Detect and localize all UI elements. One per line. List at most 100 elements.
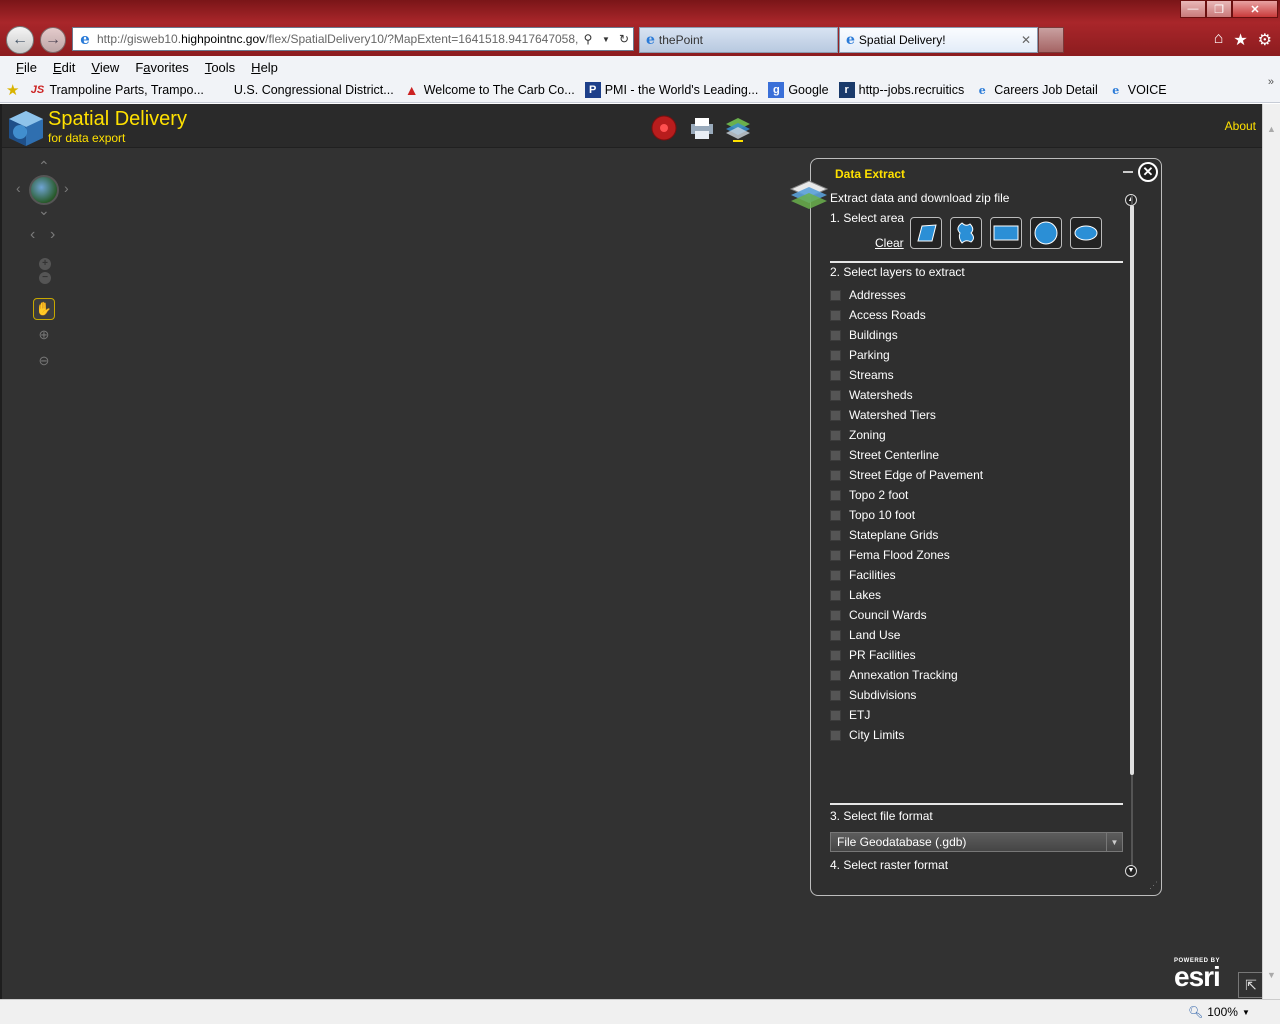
- layer-checkbox[interactable]: [830, 309, 841, 321]
- layer-row[interactable]: Addresses: [830, 285, 983, 305]
- favorites-star-icon[interactable]: ★: [1233, 30, 1247, 50]
- layer-checkbox[interactable]: [830, 629, 841, 641]
- record-icon[interactable]: [650, 114, 678, 142]
- layer-checkbox[interactable]: [830, 649, 841, 661]
- zoom-in-tool-icon[interactable]: ⊕: [33, 324, 55, 346]
- previous-extent-icon[interactable]: ‹: [30, 226, 35, 244]
- layer-checkbox[interactable]: [830, 569, 841, 581]
- favorite-link[interactable]: e VOICE: [1108, 82, 1166, 98]
- draw-polygon-button[interactable]: [910, 217, 942, 249]
- layer-row[interactable]: Watersheds: [830, 385, 983, 405]
- clear-link[interactable]: Clear: [875, 236, 904, 250]
- favorite-link[interactable]: ▲ Welcome to The Carb Co...: [404, 82, 575, 98]
- favorite-link[interactable]: U.S. Congressional District...: [214, 82, 394, 98]
- layer-checkbox[interactable]: [830, 429, 841, 441]
- next-extent-icon[interactable]: ›: [50, 226, 55, 244]
- settings-gear-icon[interactable]: ⚙: [1258, 30, 1272, 50]
- minimize-button[interactable]: —: [1180, 0, 1206, 18]
- address-url[interactable]: http://gisweb10.highpointnc.gov/flex/Spa…: [97, 32, 579, 46]
- layer-checkbox[interactable]: [830, 729, 841, 741]
- address-bar[interactable]: e http://gisweb10.highpointnc.gov/flex/S…: [72, 27, 634, 51]
- refresh-icon[interactable]: ↻: [615, 32, 633, 46]
- tab-thepoint[interactable]: e thePoint: [639, 27, 838, 53]
- layer-checkbox[interactable]: [830, 349, 841, 361]
- layer-checkbox[interactable]: [830, 489, 841, 501]
- layer-checkbox[interactable]: [830, 509, 841, 521]
- layer-checkbox[interactable]: [830, 589, 841, 601]
- resize-grip-icon[interactable]: ⋰: [1149, 880, 1158, 891]
- close-window-button[interactable]: ✕: [1232, 0, 1278, 18]
- menu-file[interactable]: File: [10, 60, 43, 75]
- scroll-down-icon[interactable]: ▼: [1267, 970, 1276, 980]
- menu-edit[interactable]: Edit: [47, 60, 81, 75]
- layer-row[interactable]: Stateplane Grids: [830, 525, 983, 545]
- layer-row[interactable]: Street Centerline: [830, 445, 983, 465]
- menu-view[interactable]: View: [85, 60, 125, 75]
- zoom-level[interactable]: 🔍︎ 100% ▼: [1188, 1005, 1250, 1019]
- layer-row[interactable]: Topo 2 foot: [830, 485, 983, 505]
- layer-row[interactable]: Topo 10 foot: [830, 505, 983, 525]
- pan-up-icon[interactable]: ⌃: [38, 158, 50, 175]
- zoom-out-tool-icon[interactable]: ⊖: [33, 350, 55, 372]
- zoom-out-icon[interactable]: −: [39, 272, 51, 284]
- layer-row[interactable]: Buildings: [830, 325, 983, 345]
- favorites-overflow-icon[interactable]: »: [1268, 76, 1274, 88]
- favorite-link[interactable]: g Google: [768, 82, 829, 98]
- layer-checkbox[interactable]: [830, 289, 841, 301]
- favorite-link[interactable]: e Careers Job Detail: [974, 82, 1098, 98]
- layer-checkbox[interactable]: [830, 689, 841, 701]
- pan-right-icon[interactable]: ›: [64, 180, 69, 196]
- draw-rectangle-button[interactable]: [990, 217, 1022, 249]
- menu-help[interactable]: Help: [245, 60, 284, 75]
- layer-checkbox[interactable]: [830, 409, 841, 421]
- add-favorite-star-icon[interactable]: ★: [6, 81, 19, 99]
- layer-row[interactable]: Facilities: [830, 565, 983, 585]
- layer-checkbox[interactable]: [830, 669, 841, 681]
- restore-button[interactable]: ❐: [1206, 0, 1232, 18]
- draw-freehand-button[interactable]: [950, 217, 982, 249]
- file-format-select[interactable]: File Geodatabase (.gdb) ▼: [830, 832, 1123, 852]
- layer-row[interactable]: City Limits: [830, 725, 983, 745]
- favorite-link[interactable]: P PMI - the World's Leading...: [584, 82, 758, 98]
- layer-checkbox[interactable]: [830, 549, 841, 561]
- overview-map-toggle-icon[interactable]: ⇱: [1238, 972, 1264, 998]
- close-tab-icon[interactable]: ✕: [1021, 33, 1031, 47]
- layer-row[interactable]: Streams: [830, 365, 983, 385]
- layer-row[interactable]: Access Roads: [830, 305, 983, 325]
- favorite-link[interactable]: JS Trampoline Parts, Trampo...: [29, 82, 204, 98]
- layer-checkbox[interactable]: [830, 469, 841, 481]
- layer-row[interactable]: Lakes: [830, 585, 983, 605]
- layer-row[interactable]: PR Facilities: [830, 645, 983, 665]
- layer-checkbox[interactable]: [830, 449, 841, 461]
- close-panel-icon[interactable]: ✕: [1138, 162, 1158, 182]
- layer-checkbox[interactable]: [830, 329, 841, 341]
- scroll-up-icon[interactable]: ▲: [1267, 124, 1276, 134]
- forward-button[interactable]: →: [40, 27, 66, 53]
- page-scrollbar[interactable]: ▲ ▼: [1262, 104, 1280, 999]
- back-button[interactable]: ←: [6, 26, 34, 54]
- layer-checkbox[interactable]: [830, 369, 841, 381]
- chevron-down-icon[interactable]: ▼: [1106, 833, 1122, 851]
- layer-row[interactable]: Council Wards: [830, 605, 983, 625]
- draw-ellipse-button[interactable]: [1070, 217, 1102, 249]
- new-tab-button[interactable]: [1038, 27, 1064, 53]
- globe-full-extent-icon[interactable]: [29, 175, 59, 205]
- tab-spatial-delivery[interactable]: e Spatial Delivery! ✕: [839, 27, 1038, 53]
- layer-row[interactable]: ETJ: [830, 705, 983, 725]
- pan-hand-icon[interactable]: ✋: [33, 298, 55, 320]
- map-app[interactable]: Spatial Delivery for data export About ⌃…: [0, 104, 1264, 999]
- pan-left-icon[interactable]: ‹: [16, 180, 21, 196]
- layer-checkbox[interactable]: [830, 529, 841, 541]
- layers-icon[interactable]: [724, 114, 752, 142]
- layer-row[interactable]: Street Edge of Pavement: [830, 465, 983, 485]
- layer-row[interactable]: Watershed Tiers: [830, 405, 983, 425]
- scrollbar-thumb[interactable]: [1130, 205, 1134, 775]
- menu-tools[interactable]: Tools: [199, 60, 241, 75]
- layer-checkbox[interactable]: [830, 389, 841, 401]
- layer-row[interactable]: Parking: [830, 345, 983, 365]
- scroll-down-icon[interactable]: ▼: [1125, 865, 1137, 877]
- about-link[interactable]: About: [1225, 119, 1256, 133]
- layer-row[interactable]: Zoning: [830, 425, 983, 445]
- favorite-link[interactable]: r http--jobs.recruitics: [838, 82, 964, 98]
- minimize-panel-icon[interactable]: [1123, 171, 1133, 173]
